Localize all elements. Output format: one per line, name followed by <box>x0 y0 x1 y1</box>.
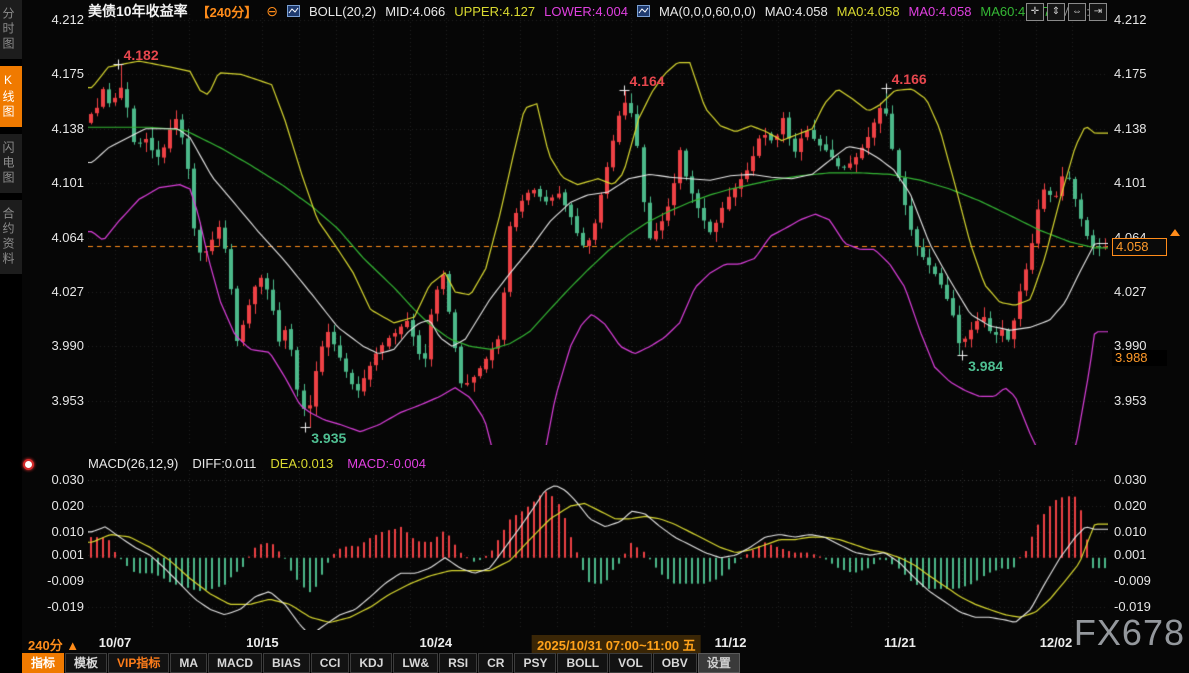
chart-application: 分时图 K线图闪电图合约资料 美债10年收益率 【240分】 ⊖ BOLL(20,… <box>0 0 1189 673</box>
price-annotation: 3.935 <box>311 430 346 446</box>
price-annotation: 3.984 <box>968 358 1003 374</box>
macd-hist-value: MACD:-0.004 <box>347 456 426 471</box>
time-tick: 10/07 <box>99 635 132 650</box>
time-tick: 11/12 <box>715 635 747 650</box>
macd-y-label: 0.001 <box>1114 547 1174 563</box>
boll-name: BOLL(20,2) <box>309 4 376 19</box>
scale-y-icon[interactable]: ⇕ <box>1047 3 1065 21</box>
main-y-label: 4.212 <box>1114 12 1174 28</box>
current-price-marker: 4.058 <box>1112 238 1167 256</box>
toolbar-item-BIAS[interactable]: BIAS <box>263 653 310 673</box>
sidebar-tab-3[interactable]: 合约资料 <box>0 200 22 274</box>
time-tick: 10/15 <box>246 635 279 650</box>
toolbar-item-OBV[interactable]: OBV <box>653 653 697 673</box>
main-y-label: 4.101 <box>28 175 84 191</box>
macd-y-label: 0.010 <box>28 524 84 540</box>
macd-header: MACD(26,12,9) DIFF:0.011 DEA:0.013 MACD:… <box>88 455 440 471</box>
ma-indicator-icon[interactable] <box>637 5 650 17</box>
main-y-label: 3.990 <box>28 338 84 354</box>
toolbar-item-CCI[interactable]: CCI <box>311 653 350 673</box>
boll-lower-value: LOWER:4.004 <box>544 4 628 19</box>
main-y-label: 3.953 <box>1114 393 1174 409</box>
price-arrow-icon <box>1170 229 1180 236</box>
scale-x-icon[interactable]: ⇔ <box>1068 3 1086 21</box>
main-y-label: 4.138 <box>1114 121 1174 137</box>
main-y-label: 4.175 <box>28 66 84 82</box>
toolbar-item-CR[interactable]: CR <box>478 653 513 673</box>
macd-y-label: 0.001 <box>28 547 84 563</box>
indicator-toolbar: 指标模板VIP指标MAMACDBIASCCIKDJLW&RSICRPSYBOLL… <box>22 653 741 673</box>
main-y-label: 4.027 <box>1114 284 1174 300</box>
ma-value-label: MA0:4.058 <box>837 4 900 19</box>
toolbar-item-VIP指标[interactable]: VIP指标 <box>108 653 169 673</box>
main-y-label: 4.175 <box>1114 66 1174 82</box>
macd-y-label: 0.030 <box>1114 472 1174 488</box>
macd-y-label: -0.009 <box>1114 573 1174 589</box>
boll-upper-value: UPPER:4.127 <box>454 4 535 19</box>
boll-indicator-icon[interactable] <box>287 5 300 17</box>
main-y-label: 3.953 <box>28 393 84 409</box>
collapse-icon[interactable]: ⊖ <box>266 3 278 20</box>
macd-chart-canvas[interactable] <box>88 470 1108 630</box>
toolbar-item-设置[interactable]: 设置 <box>698 653 740 673</box>
macd-y-label: 0.020 <box>1114 498 1174 514</box>
time-tick: 11/21 <box>884 635 916 650</box>
macd-y-label: 0.010 <box>1114 524 1174 540</box>
macd-y-label: 0.030 <box>28 472 84 488</box>
period-label: 【240分】 <box>197 2 258 21</box>
secondary-price-marker: 3.988 <box>1112 350 1167 366</box>
toolbar-item-MA[interactable]: MA <box>170 653 207 673</box>
ma-value-label: MA0:4.058 <box>765 4 828 19</box>
time-tick-highlight: 2025/10/31 07:00~11:00 五 <box>532 635 701 654</box>
sidebar-tab-0[interactable]: 分时图 <box>0 0 22 59</box>
chart-tools: ✛⇕⇔⇥ <box>1026 3 1107 21</box>
boll-mid-value: MID:4.066 <box>385 4 445 19</box>
toolbar-item-MACD[interactable]: MACD <box>208 653 262 673</box>
toolbar-item-PSY[interactable]: PSY <box>514 653 556 673</box>
macd-name: MACD(26,12,9) <box>88 456 178 471</box>
macd-dea-value: DEA:0.013 <box>270 456 333 471</box>
toolbar-item-KDJ[interactable]: KDJ <box>350 653 392 673</box>
ma-name: MA(0,0,0,60,0,0) <box>659 4 756 19</box>
timeframe-label[interactable]: 240分 ▲ <box>28 635 79 654</box>
macd-y-label: 0.020 <box>28 498 84 514</box>
main-y-label: 4.027 <box>28 284 84 300</box>
toolbar-item-LW&[interactable]: LW& <box>393 653 438 673</box>
ma-value-label: MA0:4.058 <box>909 4 972 19</box>
time-tick: 10/24 <box>420 635 453 650</box>
sidebar-tab-1[interactable]: K线图 <box>0 66 22 127</box>
time-axis: 240分 ▲ 10/07 10/15 10/24 2025/10/31 07:00~1… <box>0 633 1189 653</box>
toolbar-item-BOLL[interactable]: BOLL <box>557 653 608 673</box>
chart-header: 美债10年收益率 【240分】 ⊖ BOLL(20,2) MID:4.066 U… <box>88 3 1108 19</box>
sidebar: 分时图 K线图闪电图合约资料 <box>0 0 22 673</box>
main-y-label: 4.101 <box>1114 175 1174 191</box>
price-annotation: 4.164 <box>630 73 665 89</box>
toolbar-item-VOL[interactable]: VOL <box>609 653 652 673</box>
macd-y-label: -0.009 <box>28 573 84 589</box>
sidebar-tab-2[interactable]: 闪电图 <box>0 134 22 193</box>
indicator-dot-icon[interactable] <box>23 459 34 470</box>
main-y-label: 4.138 <box>28 121 84 137</box>
latest-icon[interactable]: ⇥ <box>1089 3 1107 21</box>
instrument-title: 美债10年收益率 <box>88 1 188 21</box>
toolbar-item-模板[interactable]: 模板 <box>65 653 107 673</box>
main-chart-canvas[interactable] <box>88 14 1108 445</box>
main-y-label: 4.064 <box>28 230 84 246</box>
macd-y-label: -0.019 <box>28 599 84 615</box>
price-annotation: 4.182 <box>124 47 159 63</box>
time-tick: 12/02 <box>1040 635 1073 650</box>
toolbar-item-指标[interactable]: 指标 <box>22 653 64 673</box>
main-y-label: 4.212 <box>28 12 84 28</box>
macd-diff-value: DIFF:0.011 <box>192 456 256 471</box>
price-annotation: 4.166 <box>892 71 927 87</box>
pan-icon[interactable]: ✛ <box>1026 3 1044 21</box>
toolbar-item-RSI[interactable]: RSI <box>439 653 477 673</box>
